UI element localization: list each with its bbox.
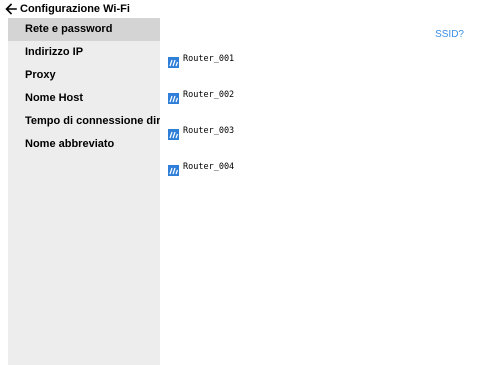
network-name: Router_004 bbox=[183, 162, 235, 172]
network-item[interactable]: Router_002 bbox=[168, 90, 235, 105]
sidebar: Rete e password Indirizzo IP Proxy Nome … bbox=[8, 18, 160, 365]
wifi-icon bbox=[168, 92, 179, 104]
ssid-link[interactable]: SSID? bbox=[435, 29, 464, 40]
network-item[interactable]: Router_001 bbox=[168, 54, 235, 69]
main-panel bbox=[160, 18, 480, 365]
wifi-config-window: Configurazione Wi-Fi Rete e password Ind… bbox=[0, 0, 480, 365]
wifi-icon bbox=[168, 56, 179, 68]
arrow-left-icon[interactable] bbox=[5, 3, 17, 15]
network-item[interactable]: Router_003 bbox=[168, 126, 235, 141]
sidebar-item-ip-address[interactable]: Indirizzo IP bbox=[8, 41, 160, 64]
sidebar-item-host-name[interactable]: Nome Host bbox=[8, 87, 160, 110]
network-name: Router_002 bbox=[183, 90, 235, 100]
sidebar-item-proxy[interactable]: Proxy bbox=[8, 64, 160, 87]
network-item[interactable]: Router_004 bbox=[168, 162, 235, 177]
wifi-icon bbox=[168, 128, 179, 140]
sidebar-item-network-password[interactable]: Rete e password bbox=[8, 18, 160, 41]
sidebar-item-connection-timeout[interactable]: Tempo di connessione dir bbox=[8, 110, 160, 133]
network-name: Router_001 bbox=[183, 54, 235, 64]
network-name: Router_003 bbox=[183, 126, 235, 136]
title-bar: Configurazione Wi-Fi bbox=[0, 0, 160, 18]
page-title: Configurazione Wi-Fi bbox=[20, 3, 130, 15]
sidebar-item-short-name[interactable]: Nome abbreviato bbox=[8, 133, 160, 156]
top-strip bbox=[160, 0, 480, 18]
wifi-icon bbox=[168, 164, 179, 176]
